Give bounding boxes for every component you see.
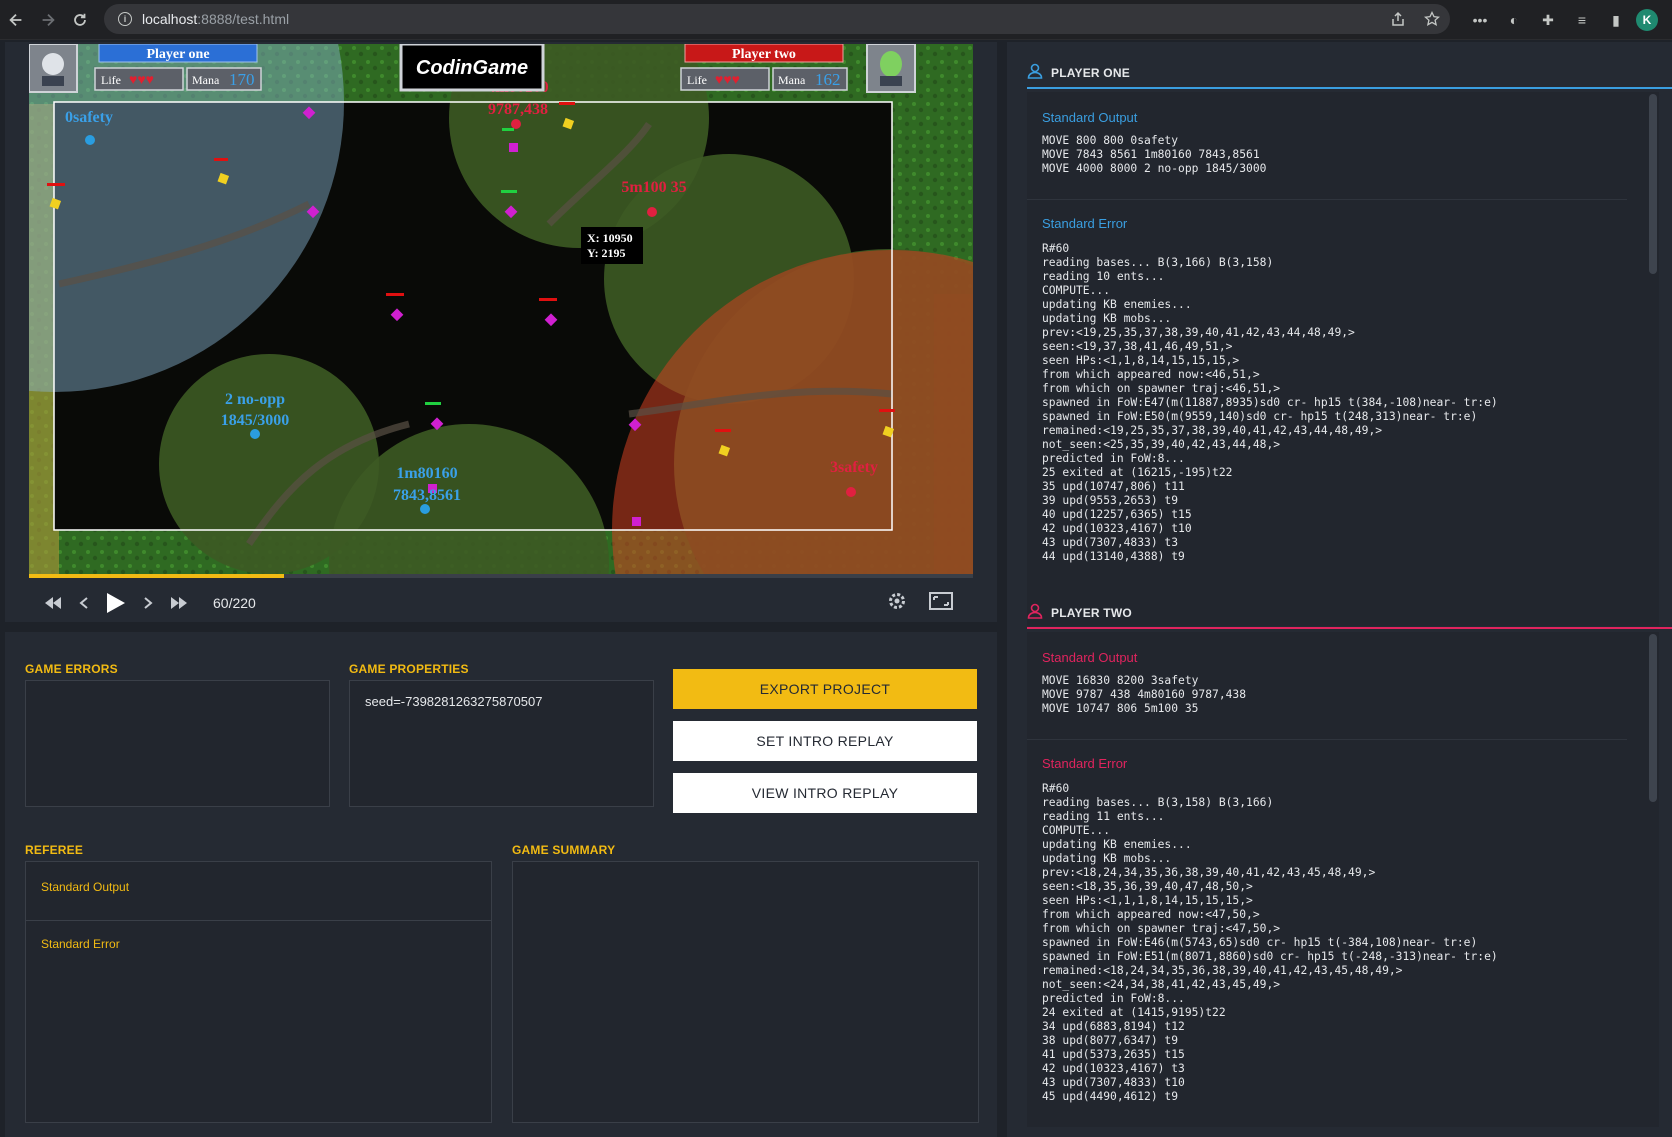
svg-text:CodinGame: CodinGame [416, 57, 528, 79]
game-summary-box [512, 861, 979, 1123]
referee-title: REFEREE [25, 843, 84, 857]
player-one-stderr: R#60 reading bases... B(3,166) B(3,158) … [1042, 242, 1498, 563]
bookmark-star-icon[interactable] [1422, 9, 1442, 29]
settings-gear-icon[interactable] [887, 591, 907, 616]
player-one-title: PLAYER ONE [1051, 65, 1130, 80]
player-one-name: Player one [146, 47, 209, 62]
map-label-p1-base: 0safety [65, 109, 113, 126]
timeline-progress[interactable] [29, 574, 973, 578]
map-label-p1-hero2-a: 2 no-opp [225, 391, 285, 408]
player-one-mana: 170 [229, 70, 255, 89]
set-intro-replay-button[interactable]: SET INTRO REPLAY [673, 721, 977, 761]
player-two-underline [1027, 627, 1672, 629]
player-consoles-panel: PLAYER ONE Standard Output MOVE 800 800 … [1007, 42, 1672, 1137]
player-one-mana-label: Mana [192, 73, 220, 87]
console-divider [1027, 199, 1627, 200]
player-two-title: PLAYER TWO [1051, 605, 1132, 620]
referee-box: Standard Output Standard Error [25, 861, 492, 1123]
map-label-p1-hero1-b: 7843,8561 [393, 487, 461, 504]
console-divider [1027, 739, 1627, 740]
extension-dots-icon[interactable]: ••• [1466, 6, 1494, 34]
player-two-header: PLAYER TWO [1027, 603, 1132, 622]
user-icon [1027, 63, 1043, 82]
player-one-scrollbar[interactable] [1649, 94, 1657, 274]
map-label-p1-hero2-b: 1845/3000 [221, 412, 289, 429]
game-properties-box[interactable]: seed=-7398281263275870507 [349, 680, 654, 807]
site-info-icon[interactable]: i [118, 12, 132, 26]
forward-icon[interactable] [32, 4, 64, 36]
browser-toolbar: i localhost :8888/test.html ••• ◐ ✚ ≡ ▮ … [0, 0, 1672, 40]
export-project-button[interactable]: EXPORT PROJECT [673, 669, 977, 709]
share-icon[interactable] [1388, 9, 1408, 29]
step-back-icon[interactable] [79, 597, 89, 609]
reload-icon[interactable] [64, 4, 96, 36]
skip-to-start-icon[interactable] [45, 597, 61, 609]
game-properties-text: seed=-7398281263275870507 [365, 694, 543, 709]
player-one-underline [1027, 87, 1672, 89]
url-path: :8888/test.html [197, 11, 290, 27]
referee-stderr-label: Standard Error [41, 937, 120, 951]
game-errors-box [25, 680, 330, 807]
player-two-stderr-title: Standard Error [1042, 756, 1128, 771]
player-two-stdout-title: Standard Output [1042, 650, 1138, 665]
replay-viewer: 0safety 2 no-opp 1845/3000 1m80160 7843,… [5, 42, 997, 622]
extension-circle-icon[interactable]: ◐ [1500, 6, 1528, 34]
player-one-stdout: MOVE 800 800 0safety MOVE 7843 8561 1m80… [1042, 134, 1267, 175]
player-two-scrollbar[interactable] [1649, 634, 1657, 802]
player-one-stderr-title: Standard Error [1042, 216, 1128, 231]
profile-avatar[interactable]: K [1636, 9, 1658, 31]
player-two-mana: 162 [815, 70, 841, 89]
extensions-puzzle-icon[interactable]: ✚ [1534, 6, 1562, 34]
user-icon [1027, 603, 1043, 622]
player-two-console[interactable]: Standard Output MOVE 16830 8200 3safety … [1027, 632, 1659, 1127]
tooltip-x: X: 10950 [587, 231, 633, 245]
referee-stdout-label: Standard Output [41, 880, 130, 894]
player-one-header: PLAYER ONE [1027, 63, 1130, 82]
map-label-p1-hero1-a: 1m80160 [396, 465, 457, 482]
map-label-p2-base: 3safety [830, 459, 878, 476]
bottom-panel: GAME ERRORS GAME PROPERTIES seed=-739828… [5, 632, 997, 1137]
media-list-icon[interactable]: ≡ [1568, 6, 1596, 34]
left-panel: 0safety 2 no-opp 1845/3000 1m80160 7843,… [5, 42, 997, 1137]
player-one-life-label: Life [101, 73, 121, 87]
game-properties-title: GAME PROPERTIES [349, 662, 469, 676]
address-bar[interactable]: i localhost :8888/test.html [104, 4, 1450, 34]
player-one-hearts: ♥♥♥ [129, 71, 154, 87]
player-two-name: Player two [732, 47, 796, 62]
frame-counter: 60/220 [213, 595, 256, 611]
play-icon[interactable] [107, 593, 125, 613]
player-two-hearts: ♥♥♥ [715, 71, 740, 87]
map-label-p2-hero1-b: 9787,438 [488, 101, 548, 118]
timeline-progress-fill [29, 574, 284, 578]
player-one-console[interactable]: Standard Output MOVE 800 800 0safety MOV… [1027, 92, 1659, 626]
skip-to-end-icon[interactable] [171, 597, 187, 609]
menu-kebab-icon[interactable]: ⋮ [1664, 6, 1672, 34]
url-host: localhost [142, 11, 198, 27]
referee-divider [26, 920, 491, 921]
step-forward-icon[interactable] [143, 597, 153, 609]
game-summary-title: GAME SUMMARY [512, 843, 616, 857]
player-one-stdout-title: Standard Output [1042, 110, 1138, 125]
side-panel-icon[interactable]: ▮ [1602, 6, 1630, 34]
back-icon[interactable] [0, 4, 32, 36]
fullscreen-icon[interactable] [929, 591, 953, 615]
player-two-life-label: Life [687, 73, 707, 87]
player-two-mana-label: Mana [778, 73, 806, 87]
map-label-p2-hero2: 5m100 35 [621, 179, 686, 196]
game-canvas[interactable]: 0safety 2 no-opp 1845/3000 1m80160 7843,… [29, 44, 973, 576]
view-intro-replay-button[interactable]: VIEW INTRO REPLAY [673, 773, 977, 813]
player-two-stdout: MOVE 16830 8200 3safety MOVE 9787 438 4m… [1042, 674, 1247, 715]
player-two-stderr: R#60 reading bases... B(3,158) B(3,166) … [1042, 782, 1498, 1103]
tooltip-y: Y: 2195 [587, 246, 626, 260]
game-errors-title: GAME ERRORS [25, 662, 118, 676]
